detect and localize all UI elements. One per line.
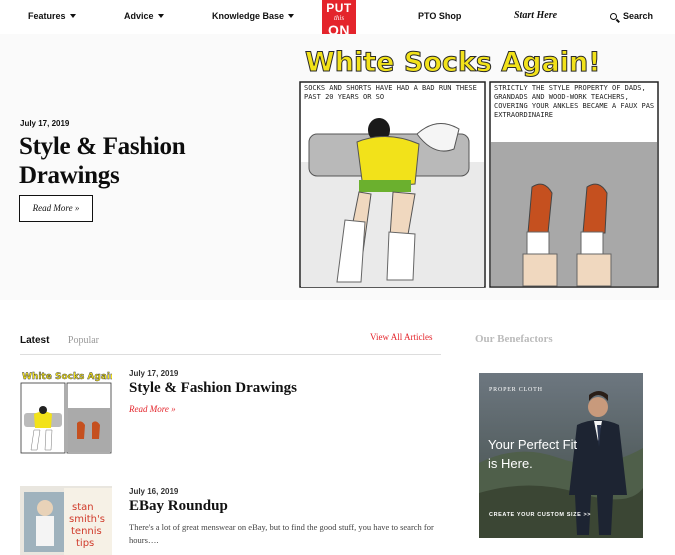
nav-features[interactable]: Features [28, 11, 76, 21]
hero-title[interactable]: Style & Fashion Drawings [19, 132, 249, 190]
nav-knowledge-base-label: Knowledge Base [212, 11, 285, 21]
read-more-link[interactable]: Read More » [129, 404, 176, 414]
comic-sock-right [580, 231, 604, 255]
article-title[interactable]: EBay Roundup [129, 498, 228, 515]
tab-popular[interactable]: Popular [68, 335, 99, 346]
ad-brand: PROPER CLOTH [489, 387, 543, 393]
hero-date: July 17, 2019 [20, 119, 70, 128]
nav-shop[interactable]: PTO Shop [418, 11, 461, 21]
nav-features-label: Features [28, 11, 66, 21]
read-more-button[interactable]: Read More » [19, 195, 93, 222]
comic-shorts [359, 180, 411, 192]
article-date: July 17, 2019 [129, 369, 179, 378]
search-icon [610, 13, 617, 20]
article-title[interactable]: Style & Fashion Drawings [129, 380, 297, 397]
nav-search-label: Search [623, 11, 654, 21]
view-all-articles-link[interactable]: View All Articles [370, 332, 432, 342]
nav-start-here[interactable]: Start Here [514, 10, 557, 21]
hero-comic-image[interactable]: White Socks Again! SOCKS AND SHORTS HAVE… [297, 42, 662, 292]
thumbnail-text: stan [72, 502, 94, 513]
hero-feature: July 17, 2019 Style & Fashion Drawings R… [0, 34, 675, 300]
nav-advice-label: Advice [124, 11, 154, 21]
nav-knowledge-base[interactable]: Knowledge Base [212, 11, 295, 21]
tab-latest[interactable]: Latest [20, 335, 49, 346]
ad-cta-link[interactable]: CREATE YOUR CUSTOM SIZE >> [489, 512, 591, 518]
svg-text:White Socks Again: White Socks Again [22, 372, 112, 382]
divider [20, 354, 441, 355]
comic-caption-1: SOCKS AND SHORTS HAVE HAD A BAD RUN THES… [304, 84, 477, 101]
benefactors-heading: Our Benefactors [475, 333, 553, 345]
article-thumbnail[interactable]: stan smith's tennis tips [20, 486, 112, 555]
thumbnail-text: tennis [71, 526, 102, 537]
nav-search[interactable]: Search [610, 11, 653, 21]
article-tabs: Latest Popular [20, 330, 113, 348]
comic-floor-2 [491, 142, 657, 286]
article-date: July 16, 2019 [129, 487, 179, 496]
thumbnail-text: tips [76, 538, 94, 549]
chevron-down-icon [69, 14, 76, 18]
top-nav: Features Advice Knowledge Base PUT this … [0, 0, 675, 52]
article-thumbnail[interactable]: White Socks Again [20, 368, 112, 456]
chevron-down-icon [288, 14, 295, 18]
chevron-down-icon [157, 14, 164, 18]
comic-caption-2: STRICTLY THE STYLE PROPERTY OF DADS, GRA… [494, 84, 655, 119]
thumbnail-text: smith's [69, 514, 105, 525]
advertisement-banner[interactable]: PROPER CLOTH Your Perfect Fit is Here. C… [479, 373, 643, 538]
comic-title: White Socks Again! [305, 47, 601, 78]
logo-put: PUT [326, 1, 352, 15]
nav-advice[interactable]: Advice [124, 11, 164, 21]
comic-sock-left [526, 231, 550, 255]
article-excerpt: There's a lot of great menswear on eBay,… [129, 522, 434, 545]
ad-headline: Your Perfect Fit is Here. [488, 437, 578, 471]
